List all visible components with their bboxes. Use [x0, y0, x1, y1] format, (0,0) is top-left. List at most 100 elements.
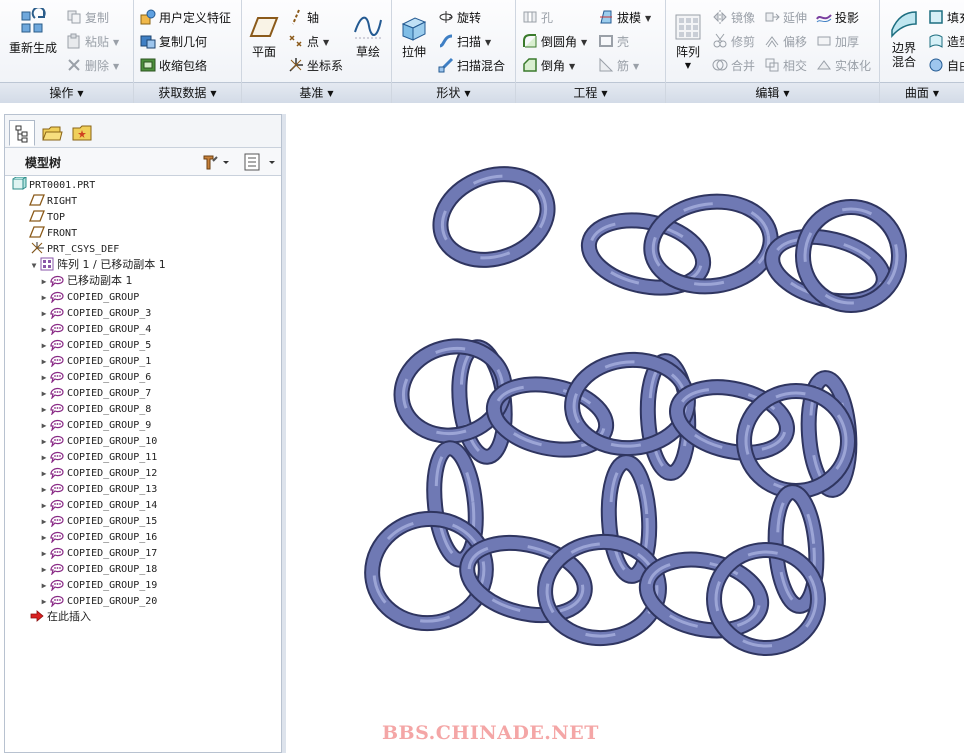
- expand-arrow-icon[interactable]: ▶: [39, 354, 49, 370]
- thicken-button[interactable]: 加厚: [816, 32, 859, 52]
- fill-button[interactable]: 填充: [928, 8, 964, 28]
- tree-item[interactable]: ▶ COPIED_GROUP_5: [39, 337, 151, 353]
- expand-arrow-icon[interactable]: ▶: [39, 498, 49, 514]
- offset-button[interactable]: 偏移: [764, 32, 807, 52]
- tree-item[interactable]: ▶ 已移动副本 1: [39, 273, 133, 289]
- expand-arrow-icon[interactable]: ▶: [39, 450, 49, 466]
- hole-icon: [523, 11, 537, 23]
- tree-item[interactable]: ▶ COPIED_GROUP_16: [39, 529, 157, 545]
- delete-button[interactable]: 删除 ▼: [66, 56, 119, 76]
- tree-item[interactable]: ▶ COPIED_GROUP_12: [39, 465, 157, 481]
- expand-arrow-icon[interactable]: ▶: [39, 434, 49, 450]
- expand-arrow-icon[interactable]: ▶: [39, 546, 49, 562]
- group-label-operations[interactable]: 操作 ▼: [0, 82, 133, 103]
- shell-button[interactable]: 壳: [598, 32, 629, 52]
- tree-item[interactable]: ▶ COPIED_GROUP_8: [39, 401, 151, 417]
- tree-item[interactable]: TOP: [29, 209, 65, 225]
- tree-item[interactable]: ▶ COPIED_GROUP: [39, 289, 139, 305]
- expand-arrow-icon[interactable]: ▶: [39, 322, 49, 338]
- expand-arrow-icon[interactable]: ▶: [39, 562, 49, 578]
- tree-item[interactable]: ▶ COPIED_GROUP_9: [39, 417, 151, 433]
- axis-button[interactable]: 轴: [288, 8, 319, 28]
- chamfer-button[interactable]: 倒角 ▼: [522, 56, 575, 76]
- tree-item[interactable]: ▶ COPIED_GROUP_13: [39, 481, 157, 497]
- tree-item[interactable]: ▶ COPIED_GROUP_1: [39, 353, 151, 369]
- pattern-button[interactable]: 阵列 ▼: [670, 12, 706, 73]
- hole-button[interactable]: 孔: [522, 8, 553, 28]
- boundary-blend-button[interactable]: 边界 混合: [884, 8, 924, 69]
- paste-button[interactable]: 粘贴 ▼: [66, 32, 119, 52]
- solidify-button[interactable]: 实体化: [816, 56, 871, 76]
- expand-arrow-icon[interactable]: ▶: [39, 386, 49, 402]
- expand-arrow-icon[interactable]: ▶: [39, 482, 49, 498]
- sketch-button[interactable]: 草绘: [350, 12, 386, 59]
- swept-blend-button[interactable]: 扫描混合: [438, 56, 505, 76]
- regenerate-button[interactable]: 重新生成: [6, 8, 60, 55]
- extrude-button[interactable]: 拉伸: [396, 12, 432, 59]
- tree-item[interactable]: ▶ COPIED_GROUP_11: [39, 449, 157, 465]
- extend-button[interactable]: 延伸: [764, 8, 807, 28]
- expand-arrow-icon[interactable]: ▶: [39, 306, 49, 322]
- tree-filters-button[interactable]: [243, 153, 277, 174]
- shrinkwrap-button[interactable]: 收缩包络: [140, 56, 207, 76]
- tab-model-tree[interactable]: [9, 120, 35, 146]
- merge-button[interactable]: 合并: [712, 56, 755, 76]
- point-button[interactable]: 点 ▼: [288, 32, 329, 52]
- expand-arrow-icon[interactable]: ▶: [39, 466, 49, 482]
- tree-item[interactable]: ▼ 阵列 1 / 已移动副本 1: [29, 257, 166, 273]
- expand-arrow-icon[interactable]: ▶: [39, 338, 49, 354]
- tree-item[interactable]: ▶ COPIED_GROUP_17: [39, 545, 157, 561]
- project-button[interactable]: 投影: [816, 8, 859, 28]
- tree-item[interactable]: PRT0001.PRT: [11, 177, 95, 193]
- tree-item[interactable]: PRT_CSYS_DEF: [29, 241, 119, 257]
- expand-arrow-icon[interactable]: ▶: [39, 530, 49, 546]
- tree-item[interactable]: ▶ COPIED_GROUP_14: [39, 497, 157, 513]
- tree-item[interactable]: ▶ COPIED_GROUP_4: [39, 321, 151, 337]
- plane-button[interactable]: 平面: [246, 12, 282, 59]
- expand-arrow-icon[interactable]: ▶: [39, 274, 49, 290]
- tree-item[interactable]: ▶ COPIED_GROUP_6: [39, 369, 151, 385]
- graphics-viewport[interactable]: BBS.CHINADE.NET: [286, 104, 964, 753]
- copy-geometry-button[interactable]: 复制几何: [140, 32, 207, 52]
- group-label-engineering[interactable]: 工程 ▼: [516, 82, 665, 103]
- rib-button[interactable]: 筋 ▼: [598, 56, 639, 76]
- draft-button[interactable]: 拔模 ▼: [598, 8, 651, 28]
- intersect-button[interactable]: 相交: [764, 56, 807, 76]
- tab-favorites[interactable]: [69, 120, 95, 146]
- tab-folder-browser[interactable]: [39, 120, 65, 146]
- csys-button[interactable]: 坐标系: [288, 56, 343, 76]
- expand-arrow-icon[interactable]: ▶: [39, 418, 49, 434]
- revolve-button[interactable]: 旋转: [438, 8, 481, 28]
- tree-item[interactable]: ▶ COPIED_GROUP_3: [39, 305, 151, 321]
- style-button[interactable]: 造型: [928, 32, 964, 52]
- round-button[interactable]: 倒圆角 ▼: [522, 32, 587, 52]
- expand-arrow-icon[interactable]: ▶: [39, 594, 49, 610]
- user-defined-feature-button[interactable]: 用户定义特征: [140, 8, 231, 28]
- group-label-editing[interactable]: 编辑 ▼: [666, 82, 879, 103]
- mirror-button[interactable]: 镜像: [712, 8, 755, 28]
- tree-item[interactable]: RIGHT: [29, 193, 77, 209]
- expand-arrow-icon[interactable]: ▶: [39, 290, 49, 306]
- tree-item[interactable]: FRONT: [29, 225, 77, 241]
- copy-button[interactable]: 复制: [66, 8, 109, 28]
- tree-item[interactable]: ▶ COPIED_GROUP_20: [39, 593, 157, 609]
- expand-arrow-icon[interactable]: ▶: [39, 402, 49, 418]
- trim-button[interactable]: 修剪: [712, 32, 755, 52]
- collapse-arrow-icon[interactable]: ▼: [29, 258, 39, 274]
- tree-item[interactable]: ▶ COPIED_GROUP_10: [39, 433, 157, 449]
- expand-arrow-icon[interactable]: ▶: [39, 514, 49, 530]
- group-label-shapes[interactable]: 形状 ▼: [392, 82, 515, 103]
- expand-arrow-icon[interactable]: ▶: [39, 578, 49, 594]
- group-label-surfaces[interactable]: 曲面 ▼: [880, 82, 964, 103]
- tree-item[interactable]: ▶ COPIED_GROUP_15: [39, 513, 157, 529]
- tree-item[interactable]: 在此插入: [29, 609, 91, 625]
- tree-item[interactable]: ▶ COPIED_GROUP_7: [39, 385, 151, 401]
- group-label-datum[interactable]: 基准 ▼: [242, 82, 391, 103]
- tree-settings-button[interactable]: [201, 153, 231, 174]
- freestyle-button[interactable]: 自由式: [928, 56, 964, 76]
- sweep-button[interactable]: 扫描 ▼: [438, 32, 491, 52]
- tree-item[interactable]: ▶ COPIED_GROUP_18: [39, 561, 157, 577]
- tree-item[interactable]: ▶ COPIED_GROUP_19: [39, 577, 157, 593]
- group-label-get-data[interactable]: 获取数据 ▼: [134, 82, 241, 103]
- expand-arrow-icon[interactable]: ▶: [39, 370, 49, 386]
